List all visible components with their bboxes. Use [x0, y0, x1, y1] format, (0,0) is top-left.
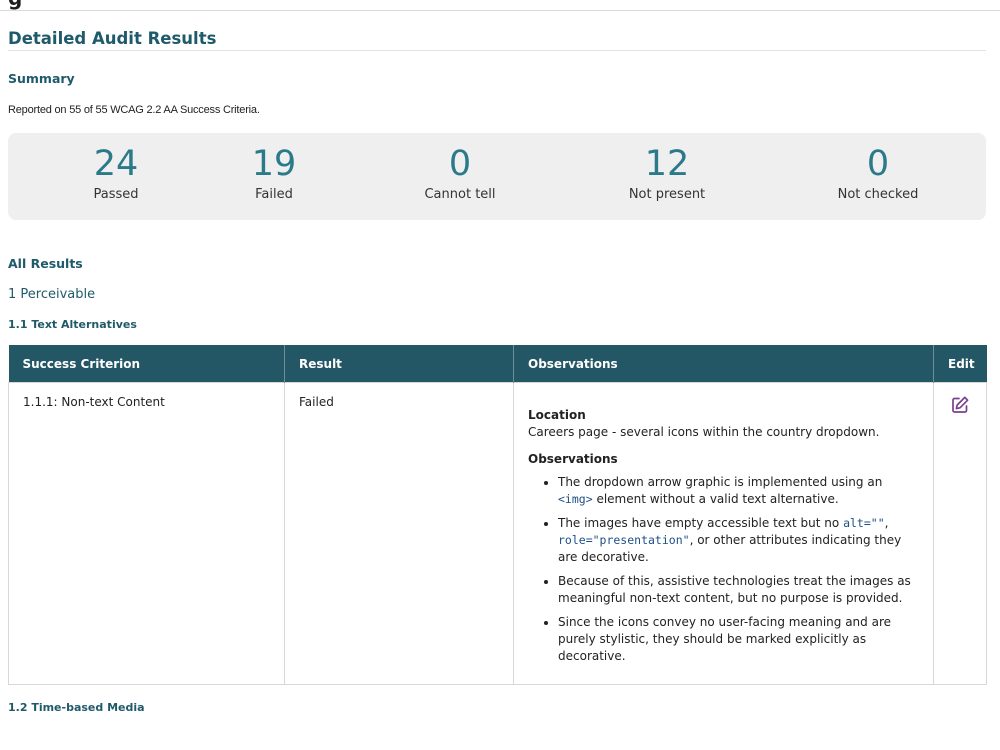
- stat-label: Failed: [255, 187, 293, 202]
- stat-value: 0: [866, 144, 890, 184]
- table-row: 1.1.1: Non-text Content Failed Location …: [8, 382, 987, 685]
- column-header-success-criterion: Success Criterion: [8, 345, 285, 383]
- code-snippet: alt="": [843, 516, 885, 530]
- column-header-observations: Observations: [513, 345, 934, 383]
- code-snippet: <img>: [558, 492, 593, 506]
- stat-label: Passed: [93, 187, 139, 202]
- bullet-text: The dropdown arrow graphic is implemente…: [558, 475, 883, 489]
- summary-heading: Summary: [8, 71, 75, 86]
- observations-list: The dropdown arrow graphic is implemente…: [528, 474, 919, 665]
- results-table: Success Criterion Result Observations Ed…: [8, 345, 987, 685]
- table-header-row: Success Criterion Result Observations Ed…: [8, 345, 987, 383]
- main-content: Detailed Audit Results Summary Reported …: [0, 29, 1000, 714]
- location-text: Careers page - several icons within the …: [528, 425, 880, 439]
- criterion-cell: 1.1.1: Non-text Content: [8, 382, 285, 685]
- principle-perceivable: 1 Perceivable: [8, 287, 96, 302]
- stat-value: 12: [644, 144, 690, 184]
- stat-label: Cannot tell: [424, 187, 496, 202]
- summary-stats-box: 24 Passed 19 Failed 0 Cannot tell 12 Not…: [8, 133, 986, 220]
- top-header-strip: g: [0, 0, 1000, 11]
- page-title: Detailed Audit Results: [8, 29, 986, 51]
- stat-cannot-tell: 0 Cannot tell: [385, 145, 535, 202]
- stat-label: Not present: [628, 187, 706, 202]
- stat-value: 0: [448, 144, 472, 184]
- code-snippet: role="presentation": [558, 533, 690, 547]
- observations-cell: Location Careers page - several icons wi…: [513, 382, 934, 685]
- column-header-edit: Edit: [933, 345, 987, 383]
- column-header-result: Result: [284, 345, 514, 383]
- list-item: The dropdown arrow graphic is implemente…: [558, 474, 919, 508]
- stat-label: Not checked: [837, 187, 919, 202]
- list-item: Because of this, assistive technologies …: [558, 573, 919, 607]
- stat-value: 19: [251, 144, 297, 184]
- section-heading-text-alternatives: 1.1 Text Alternatives: [8, 318, 137, 331]
- list-item: Since the icons convey no user-facing me…: [558, 614, 919, 665]
- list-item: The images have empty accessible text bu…: [558, 515, 919, 566]
- section-heading-time-based-media: 1.2 Time-based Media: [8, 701, 145, 714]
- stat-passed: 24 Passed: [41, 145, 191, 202]
- reported-text: Reported on 55 of 55 WCAG 2.2 AA Success…: [8, 104, 260, 116]
- all-results-heading: All Results: [8, 256, 83, 271]
- stat-not-present: 12 Not present: [592, 145, 742, 202]
- edit-button[interactable]: [949, 395, 971, 417]
- bullet-text: ,: [884, 516, 889, 530]
- observations-heading: Observations: [528, 452, 618, 466]
- bullet-text: Since the icons convey no user-facing me…: [558, 615, 891, 663]
- edit-cell: [933, 382, 987, 685]
- stat-not-checked: 0 Not checked: [803, 145, 953, 202]
- result-cell: Failed: [284, 382, 514, 685]
- stat-value: 24: [93, 144, 139, 184]
- bullet-text: The images have empty accessible text bu…: [558, 516, 844, 530]
- stat-failed: 19 Failed: [199, 145, 349, 202]
- bullet-text: Because of this, assistive technologies …: [558, 574, 911, 605]
- bullet-text: element without a valid text alternative…: [592, 492, 839, 506]
- cut-off-title: g: [8, 0, 22, 10]
- location-heading: Location: [528, 408, 586, 422]
- edit-icon: [952, 396, 969, 413]
